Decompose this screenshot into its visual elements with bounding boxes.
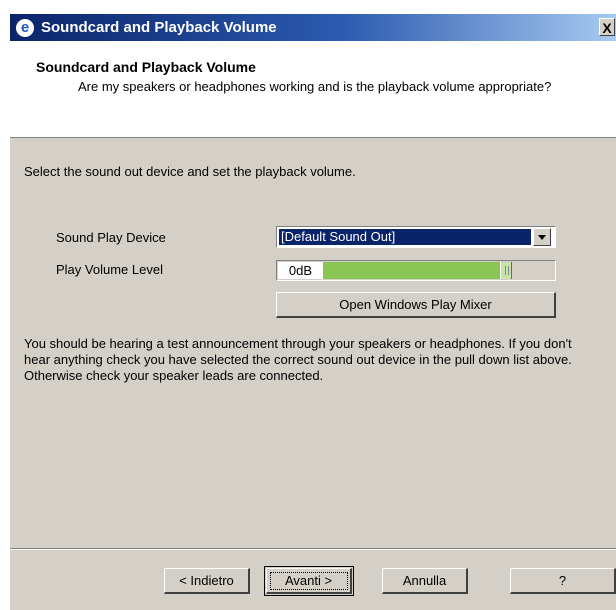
window-title: Soundcard and Playback Volume bbox=[41, 19, 277, 36]
volume-fill bbox=[323, 262, 503, 279]
open-play-mixer-button[interactable]: Open Windows Play Mixer bbox=[276, 292, 556, 318]
help-button[interactable]: ? bbox=[510, 568, 616, 594]
footer-divider-highlight bbox=[10, 549, 616, 550]
volume-slider-thumb[interactable] bbox=[500, 262, 513, 279]
header-title: Soundcard and Playback Volume bbox=[36, 59, 256, 75]
instruction-text: Select the sound out device and set the … bbox=[24, 164, 356, 179]
info-text: You should be hearing a test announcemen… bbox=[24, 336, 572, 383]
wizard-window: e Soundcard and Playback Volume X Soundc… bbox=[10, 14, 616, 610]
chevron-down-icon[interactable] bbox=[533, 228, 551, 246]
volume-slider[interactable]: 0dB bbox=[276, 260, 556, 281]
sound-device-select[interactable]: [Default Sound Out] bbox=[276, 226, 556, 248]
app-icon: e bbox=[16, 19, 34, 37]
header-subtitle: Are my speakers or headphones working an… bbox=[78, 79, 552, 94]
sound-device-label: Sound Play Device bbox=[56, 230, 166, 245]
sound-device-value[interactable]: [Default Sound Out] bbox=[279, 229, 531, 245]
close-button[interactable]: X bbox=[599, 18, 615, 36]
next-button[interactable]: Avanti > bbox=[266, 568, 352, 594]
volume-value: 0dB bbox=[278, 262, 323, 279]
wizard-header: Soundcard and Playback Volume Are my spe… bbox=[10, 41, 616, 138]
volume-label: Play Volume Level bbox=[56, 262, 163, 277]
cancel-button[interactable]: Annulla bbox=[382, 568, 468, 594]
back-button[interactable]: < Indietro bbox=[164, 568, 250, 594]
title-bar: e Soundcard and Playback Volume X bbox=[10, 14, 616, 41]
